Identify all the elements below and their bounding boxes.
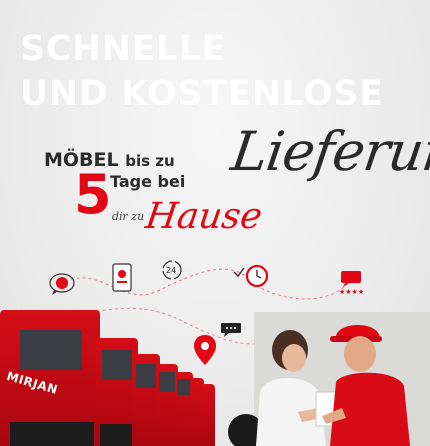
clock-24h-icon: 24 (162, 260, 182, 280)
offer-hause: Hause (143, 196, 265, 237)
chat-bubble-icon (49, 273, 75, 295)
truck-fleet (0, 300, 215, 446)
headline-line-1: SCHNELLE (20, 29, 226, 69)
delivery-people-illustration (228, 325, 410, 446)
headline-line-2: UND KOSTENLOSE (20, 74, 384, 114)
headline-script-word: Lieferung (227, 120, 430, 183)
check-clock-icon (233, 264, 269, 288)
offer-number: 5 (74, 163, 112, 226)
offer-dir-zu: dir zu (112, 210, 145, 223)
delivery-photo (218, 312, 430, 446)
truck (201, 384, 215, 446)
offer-bis-zu: bis zu (125, 152, 175, 170)
rating-chat-icon: ★★★★ (339, 271, 364, 296)
offer-tage-bei: Tage bei (110, 172, 186, 191)
svg-text:24: 24 (166, 266, 176, 275)
promo-banner: SCHNELLE UND KOSTENLOSE Lieferung MÖBEL … (0, 0, 430, 446)
svg-text:★★★★: ★★★★ (339, 288, 364, 296)
phone-app-icon (112, 263, 132, 292)
